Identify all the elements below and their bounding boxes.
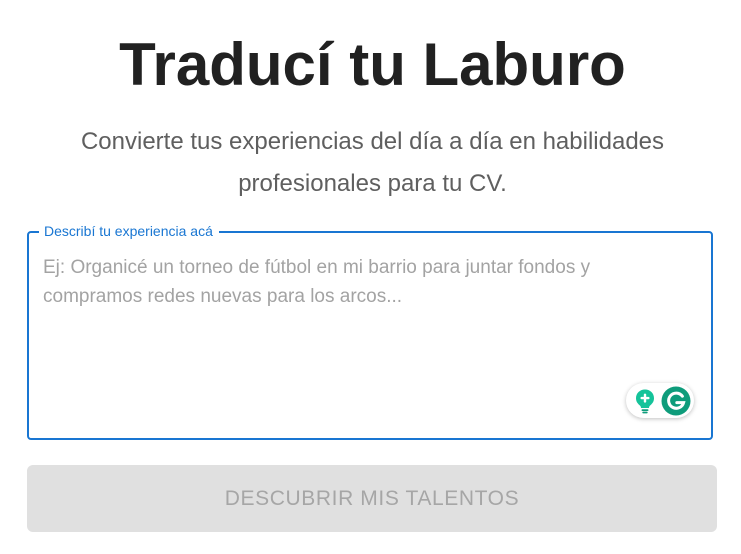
- experience-field[interactable]: Describí tu experiencia acá: [27, 222, 713, 440]
- experience-textarea[interactable]: [43, 253, 683, 383]
- page-title: Traducí tu Laburo: [119, 31, 626, 98]
- grammarly-widget[interactable]: [626, 383, 694, 418]
- discover-talents-button[interactable]: DESCUBRIR MIS TALENTOS: [27, 465, 717, 532]
- experience-field-label: Describí tu experiencia acá: [39, 222, 219, 240]
- page-subtitle: Convierte tus experiencias del día a día…: [80, 128, 665, 197]
- lightbulb-plus-icon[interactable]: [634, 388, 656, 414]
- grammarly-g-icon[interactable]: [661, 386, 691, 416]
